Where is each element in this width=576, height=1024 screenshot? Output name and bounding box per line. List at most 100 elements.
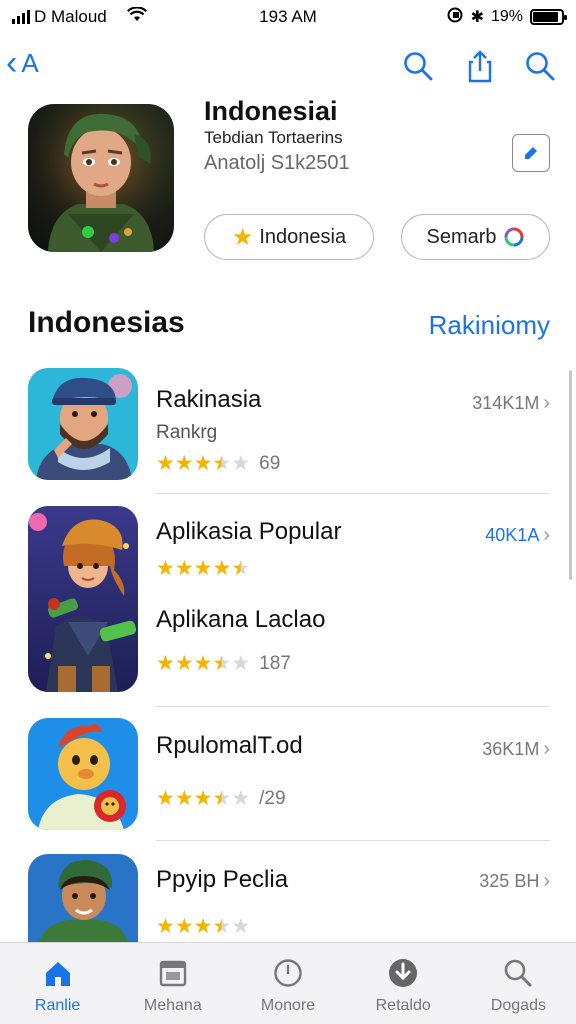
tab-retaldo[interactable]: Retaldo [346,943,461,1024]
star-icon: ★ [212,557,232,580]
scroll-indicator[interactable] [569,370,572,580]
back-button[interactable]: ‹ A [6,46,39,80]
rating-stars: ★★★★★ 69 [156,451,280,476]
star-icon: ★ [212,915,232,938]
share-icon[interactable] [460,46,500,86]
divider [156,706,550,707]
stars-glyphs: ★★★★★ [156,786,250,811]
star-icon: ★ [193,915,213,938]
download-icon [385,955,421,991]
app-name: Aplikasia Popular [156,518,342,545]
stars-glyphs: ★★★★★ [156,451,250,476]
secondary-pill-button[interactable]: Semarb [401,214,550,260]
tab-mehana[interactable]: Mehana [115,943,230,1024]
star-icon: ★ [174,652,194,675]
price-label: 314K1M [472,393,540,413]
nav-bar: ‹ A [0,40,576,92]
app-thumbnail [28,506,138,692]
list-item[interactable]: Ppyip Peclia ★★★★★ 325 BH › [0,854,576,944]
star-icon: ★ [231,915,251,938]
tab-bar: Ranlie Mehana Monore Retaldo Dogads [0,942,576,1024]
chevron-left-icon: ‹ [6,44,18,82]
star-icon: ★ [193,452,213,475]
bluetooth-icon: ✱ [470,9,484,26]
star-icon: ★ [212,452,232,475]
star-icon: ★ [156,652,175,675]
rating-stars: ★★★★★ [156,556,259,581]
section-header: Indonesias Rakiniomy [0,300,576,350]
rating-count: /29 [259,787,286,809]
chevron-right-icon: › [543,738,550,760]
app-header: Indonesiai Tebdian Tortaerins Anatolj S1… [0,96,576,276]
price-label: 325 BH [479,871,540,891]
app-thumbnail [28,368,138,480]
search-icon[interactable] [398,46,438,86]
status-bar: D Maloud 193 AM ✱ 19% [0,0,576,34]
category-pill-label: Indonesia [259,225,347,248]
carrier-name: D Maloud [34,7,107,26]
divider [156,493,550,494]
chevron-right-icon: › [543,524,550,546]
tab-label: Monore [260,997,316,1014]
app-thumbnail [28,854,138,944]
section-see-all-link[interactable]: Rakiniomy [429,310,550,341]
battery-icon [530,9,567,25]
edit-button[interactable] [512,134,550,172]
star-icon: ★ [156,787,175,810]
rating-count: 69 [259,452,281,474]
list-item[interactable]: Rakinasia Rankrg ★★★★★ 69 314K1M › [0,368,576,492]
app-price[interactable]: 325 BH › [479,870,550,893]
search-icon[interactable] [520,46,560,86]
rating-stars: ★★★★★ [156,914,259,939]
app-price[interactable]: 40K1A › [485,524,550,547]
home-icon [40,955,76,991]
app-icon [28,104,174,252]
tab-label: Retaldo [375,997,431,1014]
back-label: A [21,47,39,78]
wifi-icon [126,6,147,27]
star-icon: ★ [231,787,251,810]
pencil-icon [525,147,537,159]
rotation-lock-icon [446,6,464,29]
tab-label: Dogads [490,997,546,1014]
signal-icon [12,10,30,24]
tab-ranlie[interactable]: Ranlie [0,943,115,1024]
stars-glyphs: ★★★★★ [156,914,250,939]
star-icon: ★ [174,452,194,475]
star-icon: ★ [174,557,194,580]
app-title: Indonesiai [204,96,338,126]
app-category: Rankrg [156,422,218,443]
tab-label: Ranlie [34,997,81,1014]
stars-glyphs: ★★★★★ [156,651,250,676]
app-name: Ppyip Peclia [156,866,289,893]
app-price[interactable]: 36K1M › [482,738,550,761]
star-icon: ★ [231,557,251,580]
chevron-right-icon: › [543,392,550,414]
rating-count: 187 [259,652,291,674]
refresh-icon [504,227,524,247]
price-label: 36K1M [482,739,540,759]
chevron-right-icon: › [543,870,550,892]
stars-glyphs: ★★★★★ [156,556,250,581]
rating-stars: ★★★★★ 187 [156,651,291,676]
category-pill-button[interactable]: ★ Indonesia [204,214,374,260]
app-name: RpulomalT.od [156,732,303,759]
tab-monore[interactable]: Monore [230,943,345,1024]
star-icon: ★ [156,915,175,938]
app-name: Rakinasia [156,386,262,413]
star-icon: ★ [212,787,232,810]
secondary-pill-label: Semarb [426,225,497,248]
list-item[interactable]: RpulomalT.od ★★★★★ /29 36K1M › [0,718,576,838]
clock-icon [270,955,306,991]
star-icon: ★ [193,787,213,810]
calendar-icon [155,955,191,991]
app-meta: Anatolj S1k2501 [204,152,350,174]
star-icon: ★ [174,787,194,810]
star-icon: ★ [193,557,213,580]
list-item[interactable]: Aplikasia Popular ★★★★★ Aplikana Laclao … [0,506,576,702]
star-icon: ★ [174,915,194,938]
app-thumbnail [28,718,138,830]
tab-dogads[interactable]: Dogads [461,943,576,1024]
divider [156,840,550,841]
app-price[interactable]: 314K1M › [472,392,550,415]
